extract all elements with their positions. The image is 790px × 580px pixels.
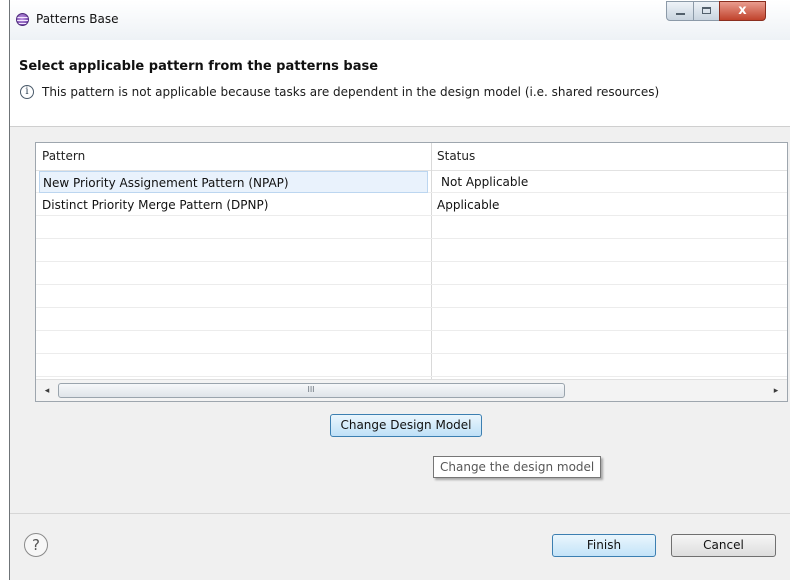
eclipse-app-icon xyxy=(16,13,29,26)
scroll-right-icon[interactable]: ▸ xyxy=(767,380,785,401)
patterns-base-dialog: Patterns Base x Select applicable patter… xyxy=(10,0,790,580)
column-header-status[interactable]: Status xyxy=(437,143,475,170)
window-title: Patterns Base xyxy=(36,12,119,26)
status-cell[interactable]: Applicable xyxy=(437,194,499,216)
cancel-button[interactable]: Cancel xyxy=(671,534,776,557)
table-header: Pattern Status xyxy=(36,143,787,171)
change-design-model-button[interactable]: Change Design Model xyxy=(330,414,482,437)
title-bar[interactable]: Patterns Base x xyxy=(10,0,790,40)
grip-icon: III xyxy=(307,385,315,394)
scroll-thumb[interactable]: III xyxy=(58,383,565,398)
pattern-cell[interactable]: Distinct Priority Merge Pattern (DPNP) xyxy=(42,194,268,216)
row-separator xyxy=(36,376,787,377)
close-button[interactable]: x xyxy=(719,1,766,21)
horizontal-scrollbar[interactable]: ◂ III ▸ xyxy=(36,379,787,401)
info-icon: i xyxy=(20,85,34,99)
tooltip: Change the design model xyxy=(433,456,602,478)
finish-button[interactable]: Finish xyxy=(552,534,656,557)
maximize-button[interactable] xyxy=(693,1,720,21)
row-separator xyxy=(36,353,787,354)
scroll-left-icon[interactable]: ◂ xyxy=(38,380,56,401)
maximize-icon xyxy=(702,7,711,14)
row-separator xyxy=(36,330,787,331)
minimize-button[interactable] xyxy=(666,1,694,21)
pattern-cell[interactable]: New Priority Assignement Pattern (NPAP) xyxy=(39,171,428,193)
row-separator xyxy=(36,307,787,308)
header-title: Select applicable pattern from the patte… xyxy=(19,59,379,74)
patterns-table[interactable]: Pattern Status New Priority Assignement … xyxy=(35,142,788,402)
column-header-pattern[interactable]: Pattern xyxy=(42,143,85,170)
info-message: This pattern is not applicable because t… xyxy=(42,85,660,99)
footer-divider xyxy=(10,513,790,514)
close-icon: x xyxy=(738,3,747,18)
minimize-icon xyxy=(676,13,685,15)
row-separator xyxy=(36,238,787,239)
status-cell[interactable]: Not Applicable xyxy=(441,171,528,193)
row-separator xyxy=(36,284,787,285)
help-icon[interactable]: ? xyxy=(24,533,48,557)
row-separator xyxy=(36,261,787,262)
dialog-header: Select applicable pattern from the patte… xyxy=(10,40,790,127)
